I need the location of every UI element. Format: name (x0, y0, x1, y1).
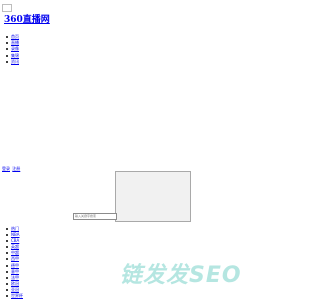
channel-link-hot[interactable]: 热门 (11, 226, 19, 231)
channel-link-nba[interactable]: NBA (11, 232, 19, 237)
nav-link-live[interactable]: 直播 (11, 40, 19, 45)
channel-link-seriea[interactable]: 意甲 (11, 269, 19, 274)
site-logo-link[interactable]: 360直播网 (4, 15, 50, 26)
channel-link-ucl[interactable]: 欧冠 (11, 281, 19, 286)
watermark-text: 链发发SEO (120, 263, 242, 288)
broken-image-icon (2, 4, 12, 12)
channel-list: 热门 NBA CBA 英超 中超 西甲 德甲 意甲 法甲 欧冠 亚冠 世界杯 (6, 226, 23, 299)
channel-link-worldcup[interactable]: 世界杯 (11, 293, 23, 298)
video-player-placeholder[interactable] (115, 171, 191, 222)
channel-link-csl[interactable]: 中超 (11, 250, 19, 255)
auth-links: 登录 注册 (2, 166, 21, 171)
nav-link-news[interactable]: 资讯 (11, 59, 19, 64)
channel-link-acl[interactable]: 亚冠 (11, 287, 19, 292)
main-nav: 首页 直播 录像 集锦 资讯 (6, 34, 19, 65)
nav-link-replay[interactable]: 录像 (11, 46, 19, 51)
channel-link-cba[interactable]: CBA (11, 238, 19, 243)
login-link[interactable]: 登录 (2, 166, 10, 171)
nav-item-news[interactable]: 资讯 (6, 59, 19, 65)
channel-link-epl[interactable]: 英超 (11, 244, 19, 249)
nav-link-home[interactable]: 首页 (11, 34, 19, 39)
search-input[interactable] (73, 213, 117, 220)
nav-link-highlights[interactable]: 集锦 (11, 53, 19, 58)
channel-item[interactable]: 世界杯 (6, 293, 23, 299)
register-link[interactable]: 注册 (12, 166, 20, 171)
channel-link-bundesliga[interactable]: 德甲 (11, 263, 19, 268)
channel-link-laliga[interactable]: 西甲 (11, 256, 19, 261)
channel-link-ligue1[interactable]: 法甲 (11, 275, 19, 280)
